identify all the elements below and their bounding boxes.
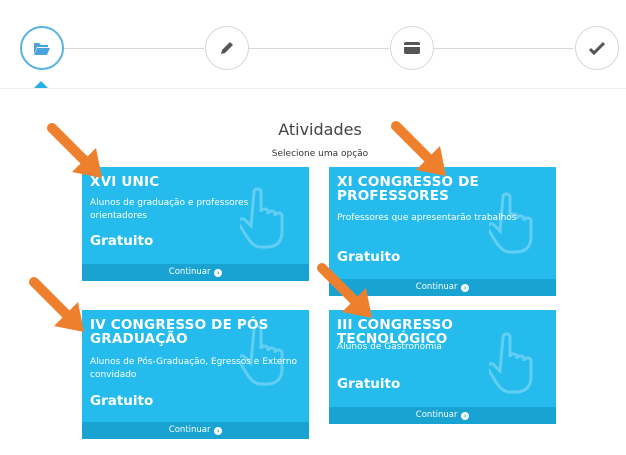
checkmark-icon bbox=[589, 41, 605, 55]
arrow-circle-right-icon: › bbox=[461, 412, 470, 420]
orange-arrow-icon bbox=[47, 123, 102, 178]
step-connector bbox=[249, 48, 389, 49]
continue-button[interactable]: Continuar › bbox=[82, 422, 309, 439]
pointing-hand-icon bbox=[489, 192, 533, 254]
step-payment[interactable] bbox=[390, 26, 434, 70]
continue-label: Continuar bbox=[415, 410, 458, 420]
step-connector bbox=[434, 48, 574, 49]
pointing-hand-icon bbox=[240, 187, 284, 249]
continue-button[interactable]: Continuar › bbox=[82, 264, 309, 281]
step-select-activity[interactable] bbox=[20, 26, 64, 70]
pointing-hand-icon bbox=[489, 332, 533, 394]
stepper-divider bbox=[0, 88, 626, 89]
continue-label: Continuar bbox=[168, 267, 211, 277]
pencil-icon bbox=[221, 42, 233, 54]
activity-card-xvi-unic[interactable]: XVI UNIC Alunos de graduação e professor… bbox=[82, 167, 309, 281]
continue-button[interactable]: Continuar › bbox=[329, 407, 556, 424]
credit-card-icon bbox=[404, 42, 420, 54]
folder-open-icon bbox=[34, 42, 50, 55]
step-connector bbox=[64, 48, 204, 49]
activity-card-iii-congresso-tecnologico[interactable]: III CONGRESSO TECNOLÓGICO Alunos de Gast… bbox=[329, 310, 556, 424]
orange-arrow-icon bbox=[317, 263, 372, 318]
progress-stepper bbox=[0, 0, 626, 95]
orange-arrow-icon bbox=[391, 121, 446, 176]
card-price: Gratuito bbox=[90, 393, 154, 409]
arrow-circle-right-icon: › bbox=[461, 284, 470, 292]
card-price: Gratuito bbox=[90, 233, 154, 249]
continue-label: Continuar bbox=[415, 282, 458, 292]
pointing-hand-icon bbox=[240, 324, 284, 386]
orange-arrow-icon bbox=[29, 277, 84, 332]
step-confirm[interactable] bbox=[575, 26, 619, 70]
continue-label: Continuar bbox=[168, 425, 211, 435]
active-step-pointer bbox=[34, 81, 48, 88]
arrow-circle-right-icon: › bbox=[214, 269, 223, 277]
activity-card-iv-congresso-pos-graduacao[interactable]: IV CONGRESSO DE PÓS GRADUAÇÃO Alunos de … bbox=[82, 310, 309, 439]
card-price: Gratuito bbox=[337, 376, 401, 392]
arrow-circle-right-icon: › bbox=[214, 427, 223, 435]
step-edit[interactable] bbox=[205, 26, 249, 70]
